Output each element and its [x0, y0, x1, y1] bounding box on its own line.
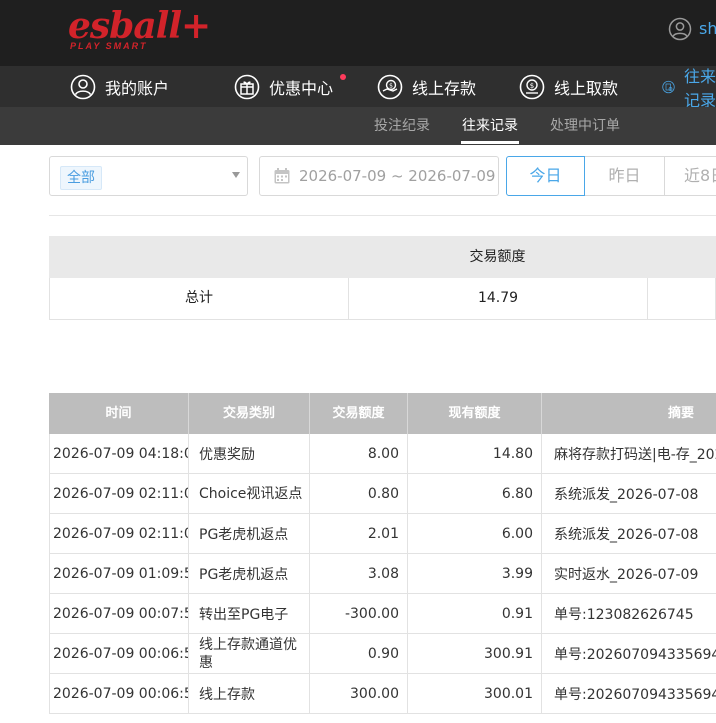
table-row: 2026-07-09 02:11:02 PG老虎机返点 2.01 6.00 系统派发_2…: [49, 514, 716, 554]
cell-amount: 3.08: [310, 554, 408, 593]
nav-item-online-deposit[interactable]: $ 线上存款: [377, 66, 476, 107]
cell-balance: 300.01: [408, 674, 542, 713]
cell-summary: 单号:123082626745: [554, 606, 694, 623]
sub-nav: 投注纪录 往来记录 处理中订单: [0, 107, 716, 145]
nav-label: 往来记录: [684, 66, 716, 110]
nav-label: 优惠中心: [269, 78, 334, 98]
nav-label: 我的账户: [105, 78, 170, 98]
cell-amount: 0.80: [310, 474, 408, 513]
cell-summary: 系统派发_2026-07-08: [554, 486, 699, 503]
cell-amount: -300.00: [310, 594, 408, 633]
logo-tagline: PLAY SMART: [70, 41, 148, 51]
svg-text:$: $: [530, 81, 534, 89]
cell-balance: 6.80: [408, 474, 542, 513]
cell-amount: 300.00: [310, 674, 408, 713]
withdraw-icon: $: [519, 74, 545, 99]
table-row: 2026-07-09 00:06:56 线上存款通道优惠 0.90 300.91 单号:…: [49, 634, 716, 674]
table-row: 2026-07-09 00:07:51 转出至PG电子 -300.00 0.91 单号:…: [49, 594, 716, 634]
table-row: 2026-07-09 02:11:02 Choice视讯返点 0.80 6.80 系统派…: [49, 474, 716, 514]
cell-amount: 8.00: [310, 434, 408, 473]
transactions-table: 时间 交易类别 交易额度 现有额度 摘要 2026-07-09 04:18:02…: [49, 393, 716, 714]
tab-pending-orders[interactable]: 处理中订单: [550, 107, 620, 145]
section-divider: [49, 215, 716, 216]
record-icon: [662, 80, 675, 93]
selected-type-tag: 全部: [60, 166, 102, 190]
calendar-icon: [274, 168, 290, 184]
nav-item-records[interactable]: 往来记录: [662, 66, 716, 110]
main-nav: 我的账户 优惠中心 $ 线上存款 $ 线上取款 往来记录: [0, 66, 716, 110]
nav-item-promotions[interactable]: 优惠中心: [234, 66, 333, 107]
cell-summary: 单号:20260709433569454: [554, 686, 716, 703]
deposit-icon: $: [377, 74, 403, 99]
summary-row: 总计 14.79: [49, 278, 716, 320]
cell-time: 2026-07-09 00:06:56: [49, 634, 189, 673]
last-8-days-button[interactable]: 近8日: [664, 156, 716, 196]
user-circle-icon: [70, 74, 96, 99]
notification-dot: [340, 74, 346, 80]
nav-label: 线上取款: [554, 78, 619, 98]
summary-divider: [647, 278, 648, 319]
cell-amount: 2.01: [310, 514, 408, 553]
column-header-time: 时间: [49, 393, 189, 434]
cell-type: 线上存款通道优惠: [189, 634, 310, 673]
date-range-text: 2026-07-09 ~ 2026-07-09: [299, 167, 496, 185]
esball-logo[interactable]: esball+ PLAY SMART: [68, 5, 211, 51]
today-button[interactable]: 今日: [506, 156, 585, 196]
cell-amount: 0.90: [310, 634, 408, 673]
column-header-summary: 摘要: [668, 406, 695, 421]
table-body: 2026-07-09 04:18:02 优惠奖励 8.00 14.80 麻将存款打码送|…: [49, 434, 716, 714]
table-row: 2026-07-09 00:06:56 线上存款 300.00 300.01 单号:20…: [49, 674, 716, 714]
cell-summary: 系统派发_2026-07-08: [554, 526, 699, 543]
caret-down-icon: [232, 172, 240, 178]
cell-summary: 麻将存款打码送|电-存_2026: [554, 446, 716, 463]
cell-time: 2026-07-09 00:07:51: [49, 594, 189, 633]
nav-item-online-withdraw[interactable]: $ 线上取款: [519, 66, 618, 107]
column-header-type: 交易类别: [189, 393, 310, 434]
summary-table: 交易额度 总计 14.79: [49, 236, 716, 320]
column-header-amount: 交易额度: [310, 393, 408, 434]
cell-time: 2026-07-09 02:11:02: [49, 474, 189, 513]
table-header-row: 时间 交易类别 交易额度 现有额度 摘要: [49, 393, 716, 434]
cell-balance: 300.91: [408, 634, 542, 673]
svg-text:$: $: [389, 82, 393, 89]
summary-header: 交易额度: [49, 236, 716, 278]
table-row: 2026-07-09 04:18:02 优惠奖励 8.00 14.80 麻将存款打码送|…: [49, 434, 716, 474]
username: sh: [699, 19, 716, 38]
table-row: 2026-07-09 01:09:59 PG老虎机返点 3.08 3.99 实时返水_2…: [49, 554, 716, 594]
tab-bet-records[interactable]: 投注纪录: [374, 107, 430, 145]
tab-transaction-records[interactable]: 往来记录: [462, 107, 518, 145]
cell-time: 2026-07-09 01:09:59: [49, 554, 189, 593]
cell-type: 线上存款: [189, 674, 310, 713]
cell-type: PG老虎机返点: [189, 554, 310, 593]
cell-balance: 3.99: [408, 554, 542, 593]
summary-label: 总计: [185, 290, 213, 306]
gift-icon: [234, 74, 260, 99]
cell-balance: 6.00: [408, 514, 542, 553]
cell-type: 转出至PG电子: [189, 594, 310, 633]
summary-total-value: 14.79: [477, 290, 519, 306]
cell-balance: 0.91: [408, 594, 542, 633]
cell-time: 2026-07-09 02:11:02: [49, 514, 189, 553]
cell-summary: 实时返水_2026-07-09: [554, 566, 699, 583]
cell-type: 优惠奖励: [189, 434, 310, 473]
transaction-type-select[interactable]: 全部: [49, 156, 248, 196]
logo-text: esball+: [68, 5, 211, 47]
date-range-picker[interactable]: 2026-07-09 ~ 2026-07-09: [259, 156, 499, 196]
cell-balance: 14.80: [408, 434, 542, 473]
top-bar: esball+ PLAY SMART sh: [0, 0, 716, 66]
nav-item-my-account[interactable]: 我的账户: [70, 66, 169, 107]
cell-time: 2026-07-09 00:06:56: [49, 674, 189, 713]
active-tab-indicator: [461, 141, 519, 144]
cell-time: 2026-07-09 04:18:02: [49, 434, 189, 473]
nav-label: 线上存款: [412, 78, 477, 98]
cell-type: Choice视讯返点: [189, 474, 310, 513]
user-avatar-icon: [668, 17, 692, 41]
cell-summary: 单号:20260709433569454: [554, 646, 716, 663]
cell-type: PG老虎机返点: [189, 514, 310, 553]
yesterday-button[interactable]: 昨日: [585, 156, 665, 196]
user-menu[interactable]: sh: [668, 17, 716, 41]
column-header-balance: 现有额度: [408, 393, 542, 434]
